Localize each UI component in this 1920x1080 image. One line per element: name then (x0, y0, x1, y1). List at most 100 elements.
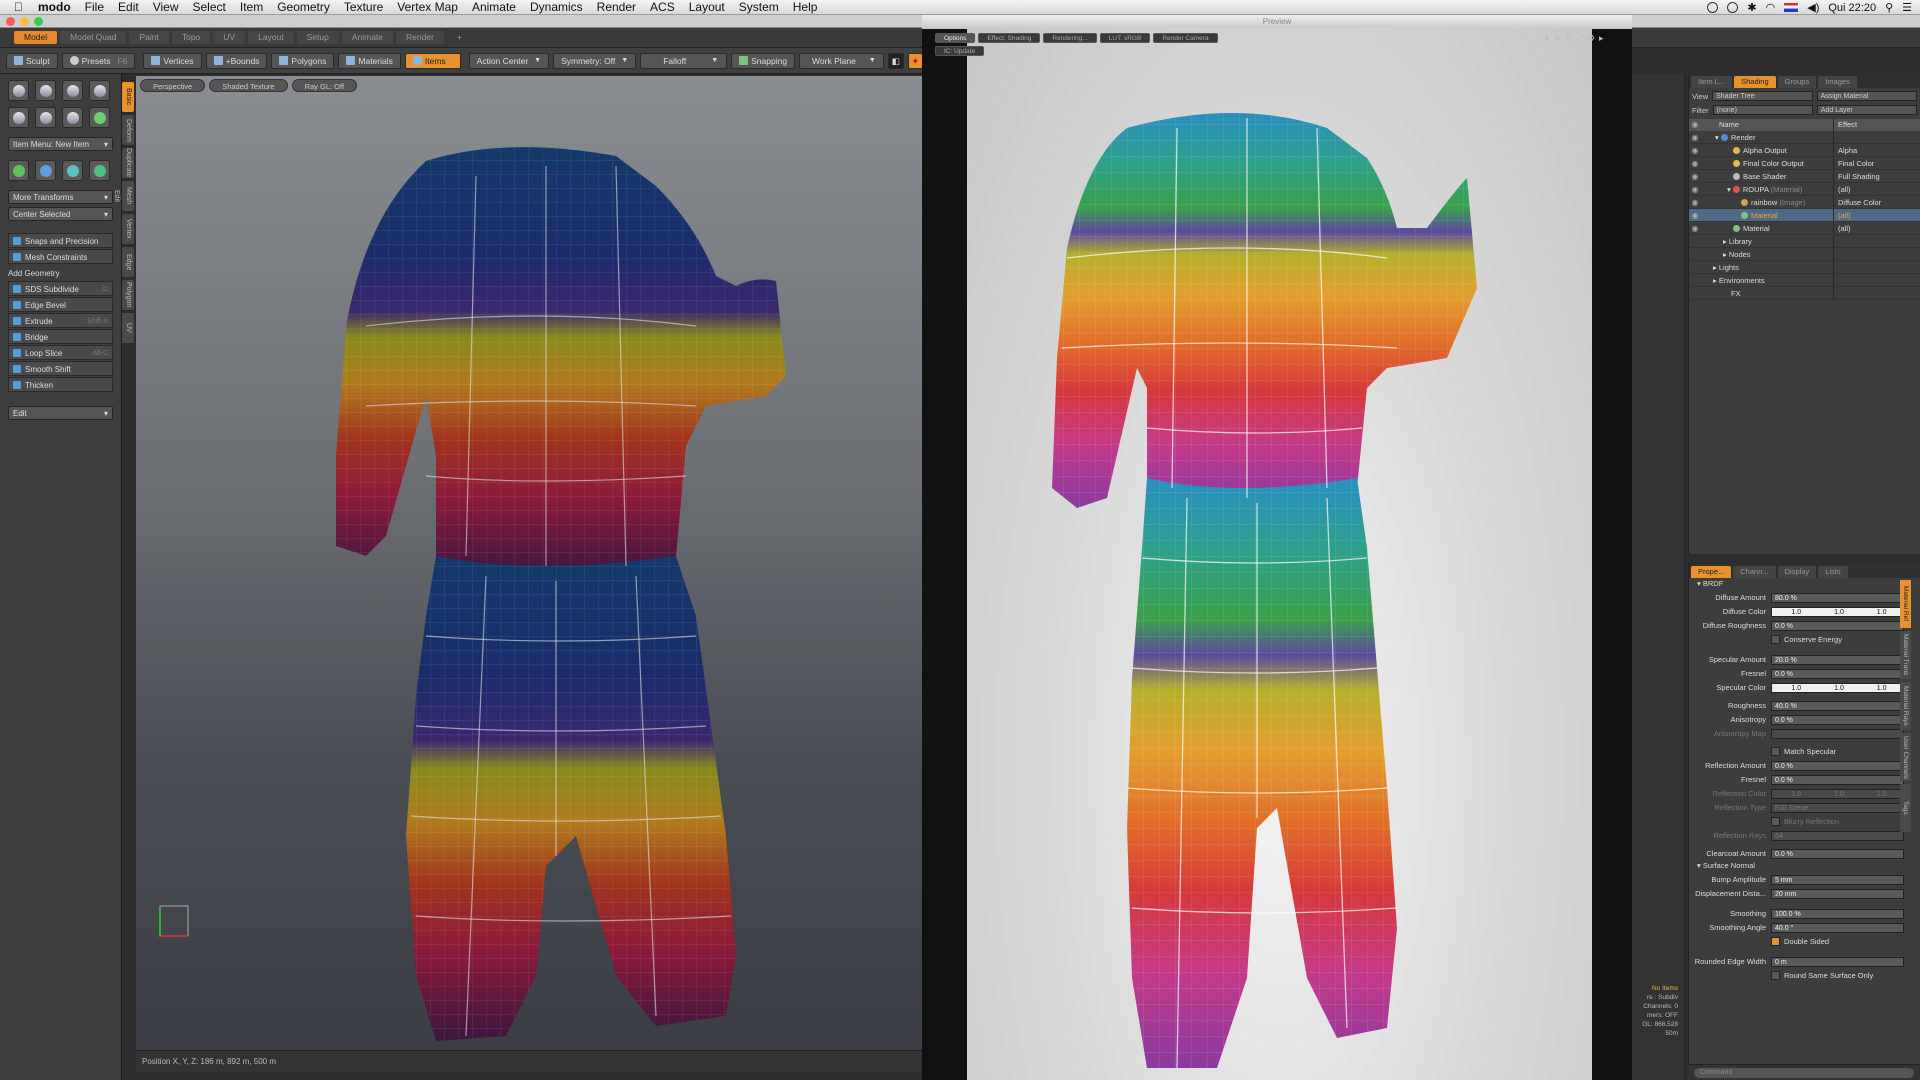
add-layer-dropdown[interactable]: Add Layer (1816, 105, 1918, 115)
diffuse-color-field[interactable]: 1.0 1.0 1.0 (1771, 606, 1904, 617)
flag-icon[interactable] (1784, 3, 1799, 12)
add-geometry-header[interactable]: Add Geometry (8, 268, 113, 280)
tab-topo[interactable]: Topo (171, 31, 211, 44)
sculpt-button[interactable]: Sculpt (6, 52, 58, 69)
bluetooth-icon[interactable]: ✱ (1747, 1, 1756, 14)
materials-button[interactable]: Materials (338, 52, 401, 69)
menubar-clock[interactable]: Qui 22:20 (1828, 2, 1876, 14)
tab-images[interactable]: Images (1818, 76, 1857, 88)
vtab-basic[interactable]: Basic (122, 82, 134, 112)
eye-icon[interactable]: ◉ (1689, 170, 1701, 182)
mesh-constraints-button[interactable]: Mesh Constraints (8, 249, 113, 264)
smoothing-field[interactable]: 100.0 % (1771, 908, 1904, 919)
refresh-icon[interactable]: ↻ (1554, 33, 1562, 44)
work-plane-dropdown[interactable]: Work Plane ▼ (799, 52, 884, 69)
cube-icon[interactable] (8, 80, 29, 101)
falloff-dropdown[interactable]: Falloff ▼ (640, 52, 728, 69)
tab-setup[interactable]: Setup (296, 31, 339, 44)
sds-subdivide-button[interactable]: SDS Subdivide D (8, 281, 113, 296)
menu-vertex-map[interactable]: Vertex Map (390, 0, 465, 15)
tab-channels[interactable]: Chann... (1733, 566, 1776, 578)
vtab-edge[interactable]: Edge (122, 247, 134, 277)
action-center-dropdown[interactable]: Action Center ▼ (468, 52, 550, 69)
assign-material-button[interactable]: Assign Material (1816, 91, 1917, 101)
tree-row-environments[interactable]: ▸ Environments (1689, 274, 1920, 287)
preview-lut-dropdown[interactable]: LUT: sRGB (1099, 33, 1151, 43)
snaps-precision-button[interactable]: Snaps and Precision (8, 233, 113, 248)
scale-icon[interactable] (62, 160, 83, 181)
wifi-icon[interactable]: ◠ (1766, 1, 1776, 14)
eye-icon[interactable]: ◉ (1689, 222, 1701, 234)
roughness-field[interactable]: 40.0 % (1771, 700, 1904, 711)
preview-ic-update[interactable]: IC: Update (935, 46, 985, 56)
perspective-dropdown[interactable]: Perspective (140, 79, 206, 92)
status-eye-icon[interactable] (1707, 2, 1719, 13)
eye-icon[interactable]: ◉ (1689, 196, 1701, 208)
menu-texture[interactable]: Texture (337, 0, 390, 15)
preview-rendering-status[interactable]: Rendering... (1043, 33, 1097, 43)
edge-bevel-button[interactable]: Edge Bevel (8, 297, 113, 312)
tab-lists[interactable]: Lists (1818, 566, 1848, 578)
raygl-toggle[interactable]: Ray GL: Off (291, 79, 358, 92)
rounded-edge-field[interactable]: 0 m (1771, 956, 1904, 967)
loop-slice-button[interactable]: Loop Slice Alt-C (8, 345, 113, 360)
eye-icon[interactable]: ◉ (1689, 183, 1701, 195)
surface-normal-header[interactable]: ▾ Surface Normal (1689, 860, 1920, 872)
tab-groups[interactable]: Groups (1777, 76, 1817, 88)
tree-row-alpha-output[interactable]: ◉ Alpha Output Alpha (1689, 144, 1920, 157)
diffuse-roughness-field[interactable]: 0.0 % (1771, 620, 1904, 631)
fresnel-field[interactable]: 0.0 % (1771, 774, 1904, 785)
side-tab-material-rays[interactable]: Material Rays (1900, 682, 1911, 730)
thicken-button[interactable]: Thicken (8, 377, 113, 392)
filter-dropdown[interactable]: (none) (1712, 105, 1813, 115)
bridge-button[interactable]: Bridge (8, 329, 113, 344)
more-transforms-dropdown[interactable]: More Transforms (8, 190, 113, 205)
name-column-header[interactable]: Name (1701, 119, 1833, 131)
clearcoat-field[interactable]: 0.0 % (1771, 848, 1904, 859)
tab-render[interactable]: Render (396, 31, 444, 44)
menu-geometry[interactable]: Geometry (270, 0, 337, 15)
vtab-deform[interactable]: Deform (122, 115, 134, 145)
side-tab-user-channels[interactable]: User Channels (1900, 733, 1911, 781)
reflection-amount-field[interactable]: 0.0 % (1771, 760, 1904, 771)
eye-icon[interactable]: ◉ (1689, 131, 1701, 143)
round-same-checkbox[interactable] (1771, 971, 1780, 980)
vtab-duplicate[interactable]: Duplicate (122, 148, 134, 178)
edit-dropdown[interactable]: Edit (8, 406, 113, 421)
menu-edit[interactable]: Edit (111, 0, 146, 15)
menu-select[interactable]: Select (186, 0, 233, 15)
tab-animate[interactable]: Animate (341, 31, 394, 44)
match-specular-checkbox[interactable] (1771, 747, 1780, 756)
cone-icon[interactable] (89, 80, 110, 101)
tree-row-lights[interactable]: ▸ Lights (1689, 261, 1920, 274)
snapping-button[interactable]: Snapping (731, 52, 796, 69)
vtab-mesh-edit[interactable]: Mesh Edit (113, 181, 134, 211)
menu-view[interactable]: View (146, 0, 186, 15)
double-sided-checkbox[interactable] (1771, 937, 1780, 946)
volume-icon[interactable]: ◀) (1807, 1, 1819, 14)
shading-dropdown[interactable]: Shaded Texture (209, 79, 288, 92)
vtab-uv[interactable]: UV (122, 313, 134, 343)
tree-row-final-color[interactable]: ◉ Final Color Output Final Color (1689, 157, 1920, 170)
items-button[interactable]: Items (404, 52, 461, 69)
menu-help[interactable]: Help (786, 0, 825, 15)
spotlight-icon[interactable]: ⚲ (1885, 1, 1893, 14)
reflection-type-dropdown[interactable]: Full Scene (1771, 802, 1904, 813)
reflection-rays-field[interactable]: 64 (1771, 830, 1904, 841)
displacement-field[interactable]: 20 mm (1771, 888, 1904, 899)
minimize-window-button[interactable] (20, 17, 29, 26)
play-icon[interactable]: ▸ (1599, 33, 1604, 44)
preview-camera-dropdown[interactable]: Render Camera (1153, 33, 1218, 43)
bump-amplitude-field[interactable]: 5 mm (1771, 874, 1904, 885)
anisotropy-field[interactable]: 0.0 % (1771, 714, 1904, 725)
tree-row-library[interactable]: ▸ Library (1689, 235, 1920, 248)
eye-icon[interactable]: ◉ (1689, 144, 1701, 156)
side-tab-material-trans[interactable]: Material Trans (1900, 631, 1911, 679)
vtab-vertex[interactable]: Vertex (122, 214, 134, 244)
gear-icon[interactable]: ⚙ (1587, 33, 1595, 44)
center-selected-dropdown[interactable]: Center Selected (8, 207, 113, 222)
tab-properties[interactable]: Prope... (1691, 566, 1732, 578)
flame-icon[interactable]: ✦ (907, 52, 923, 69)
menu-file[interactable]: File (78, 0, 111, 15)
eye-icon[interactable]: ◉ (1689, 157, 1701, 169)
